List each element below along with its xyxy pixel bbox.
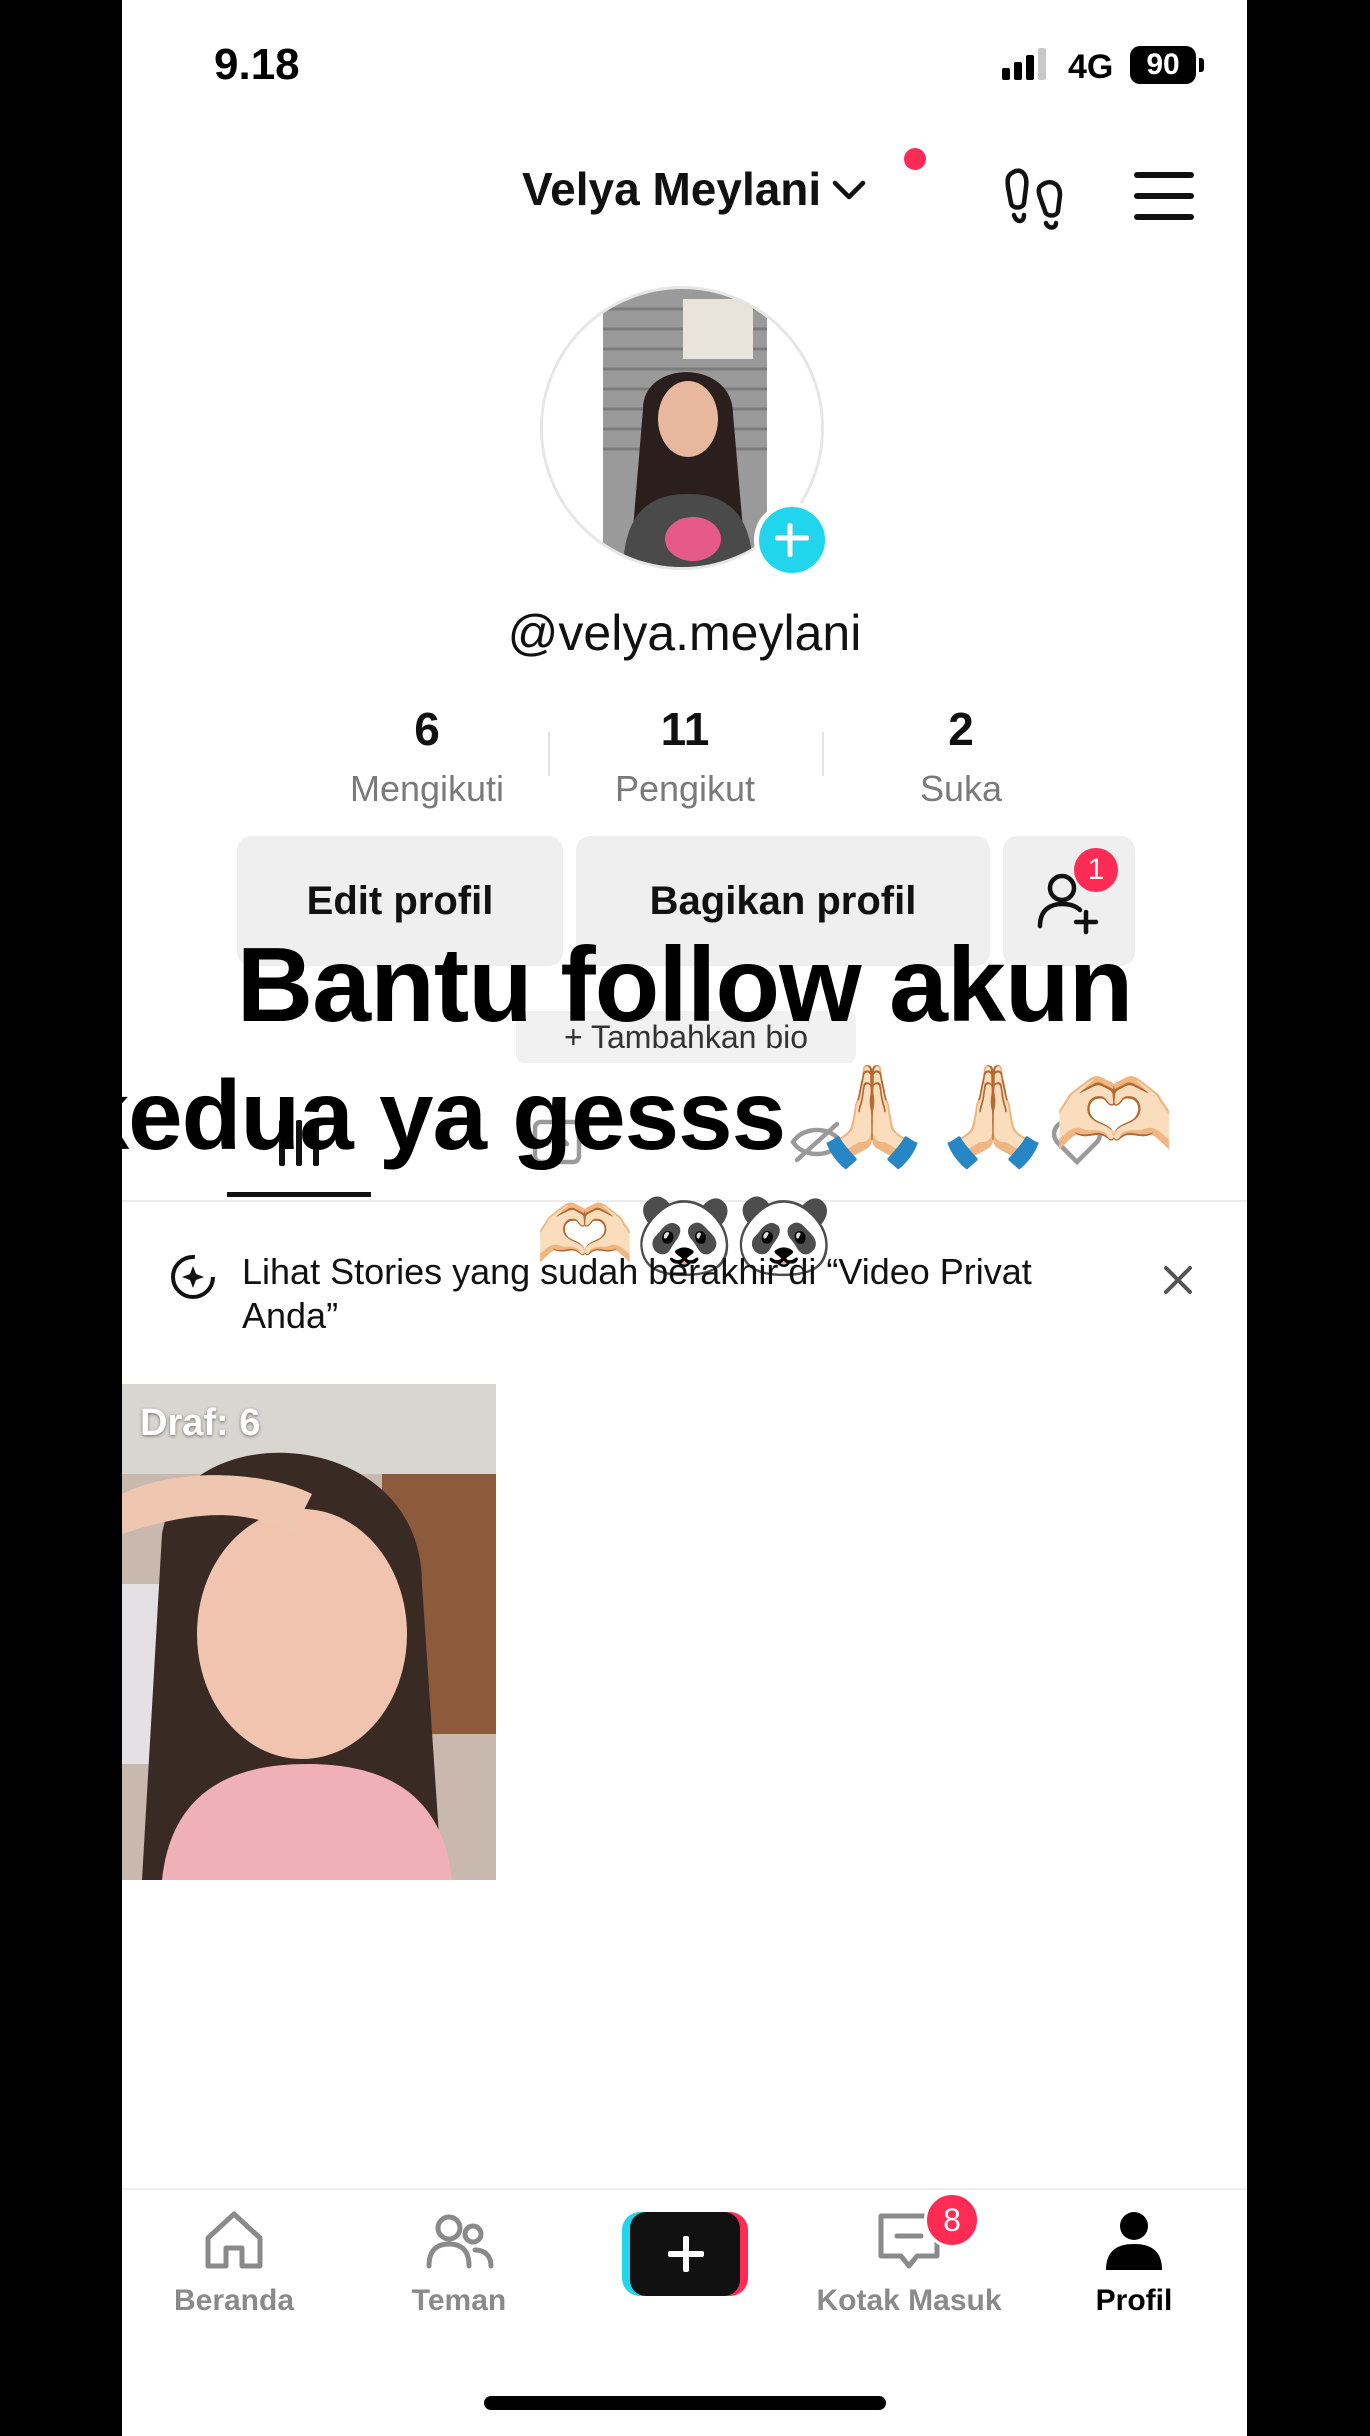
home-indicator[interactable]	[484, 2396, 886, 2410]
stat-following[interactable]: 6 Mengikuti	[327, 702, 527, 810]
stat-followers[interactable]: 11 Pengikut	[585, 702, 785, 810]
nav-friends-label: Teman	[411, 2284, 507, 2317]
nav-profile[interactable]: Profil	[1034, 2204, 1234, 2318]
nav-friends[interactable]: Teman	[359, 2204, 559, 2318]
stat-followers-label: Pengikut	[614, 768, 756, 809]
status-time: 9.18	[214, 40, 300, 89]
stories-icon	[171, 1255, 215, 1299]
draft-thumbnail-image	[122, 1384, 496, 1880]
profile-handle: @velya.meylani	[507, 605, 862, 661]
battery-icon: 90	[1130, 46, 1196, 84]
stat-likes-value: 2	[948, 703, 974, 755]
nav-home-label: Beranda	[173, 2284, 295, 2317]
nav-divider	[122, 2188, 1247, 2190]
profile-icon	[1106, 2212, 1162, 2270]
footprint-icon[interactable]	[1002, 165, 1066, 231]
create-icon[interactable]	[622, 2212, 748, 2296]
overlay-caption: Bantu follow akun kedua ya gesss 🙏🏻🙏🏻🫶🏻 …	[122, 920, 1247, 1290]
follow-request-badge: 1	[1074, 848, 1118, 892]
stat-likes-label: Suka	[919, 768, 1003, 809]
network-type: 4G	[1068, 48, 1114, 86]
plus-icon	[775, 523, 809, 557]
close-icon[interactable]	[1162, 1264, 1194, 1296]
stat-divider	[822, 732, 824, 776]
draft-video-thumbnail[interactable]: Draf: 6	[122, 1384, 496, 1880]
nav-inbox-label: Kotak Masuk	[816, 2284, 1002, 2317]
nav-home[interactable]: Beranda	[134, 2204, 334, 2318]
edit-profile-label: Edit profil	[306, 878, 494, 923]
username: Velya Meylani	[522, 163, 822, 215]
home-icon	[205, 2211, 263, 2269]
overlay-caption-line2: kedua ya gesss 🙏🏻🙏🏻🫶🏻	[122, 1060, 1175, 1170]
draft-count-label: Draf: 6	[140, 1402, 261, 1444]
inbox-badge: 8	[924, 2192, 980, 2248]
stat-followers-value: 11	[660, 703, 710, 755]
signal-icon	[1002, 48, 1050, 80]
battery-tip	[1199, 58, 1204, 72]
menu-icon[interactable]	[1132, 170, 1196, 222]
stat-following-label: Mengikuti	[349, 768, 505, 809]
friends-icon	[426, 2214, 494, 2269]
add-story-button[interactable]	[754, 502, 830, 578]
account-switcher[interactable]: Velya Meylani	[522, 162, 869, 216]
profile-screen: 9.18 4G 90 Velya Meylani @velya.meylani …	[122, 0, 1247, 2436]
stories-banner-text[interactable]: Lihat Stories yang sudah berakhir di “Vi…	[242, 1250, 1062, 1338]
notification-dot	[904, 148, 926, 170]
share-profile-label: Bagikan profil	[649, 878, 917, 923]
overlay-caption-line1: Bantu follow akun	[236, 926, 1134, 1044]
stat-likes[interactable]: 2 Suka	[861, 702, 1061, 810]
stat-following-value: 6	[414, 703, 440, 755]
chevron-down-icon	[832, 180, 866, 200]
stat-divider	[548, 732, 550, 776]
nav-profile-label: Profil	[1095, 2284, 1173, 2317]
